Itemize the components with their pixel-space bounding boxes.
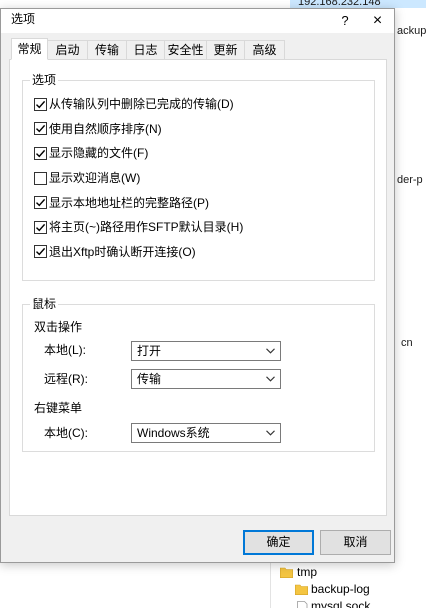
background-item-label[interactable]: cn <box>401 336 426 350</box>
double-click-remote-label: 远程(R): <box>44 372 88 386</box>
checkbox-show-welcome-message[interactable]: 显示欢迎消息(W) <box>34 166 243 191</box>
chevron-down-icon <box>266 348 275 354</box>
cancel-button[interactable]: 取消 <box>320 530 391 555</box>
double-click-local-label: 本地(L): <box>44 343 87 357</box>
background-item-label[interactable]: ackup- <box>397 24 426 38</box>
checkmark-icon <box>36 100 46 109</box>
right-click-heading: 右键菜单 <box>34 401 83 415</box>
checkbox-box[interactable] <box>34 97 47 111</box>
tree-item-mysql-sock[interactable]: mysql.sock <box>271 599 426 608</box>
checkmark-icon <box>36 223 46 232</box>
folder-icon <box>295 584 308 595</box>
select-value: 打开 <box>137 344 162 358</box>
dialog-title: 选项 <box>11 12 36 26</box>
checkbox-box[interactable] <box>34 220 47 234</box>
checkbox-show-full-local-path[interactable]: 显示本地地址栏的完整路径(P) <box>34 190 243 215</box>
tab-advanced[interactable]: 高级 <box>244 40 285 60</box>
title-bar[interactable]: 选项 ? × <box>1 9 394 33</box>
checkmark-icon <box>36 199 46 207</box>
folder-icon <box>280 567 293 578</box>
checkmark-icon <box>36 125 46 133</box>
options-group-label: 选项 <box>30 73 59 87</box>
checkbox-label: 将主页(~)路径用作SFTP默认目录(H) <box>49 220 244 235</box>
tree-item-label: mysql.sock <box>311 599 371 608</box>
checkmark-icon <box>36 149 46 158</box>
checkbox-natural-sort[interactable]: 使用自然顺序排序(N) <box>34 117 243 142</box>
mouse-group: 鼠标 双击操作 本地(L): 打开 远程(R): 传输 右键菜单 本地(C): … <box>22 297 375 452</box>
checkbox-box[interactable] <box>34 146 47 160</box>
background-host-label: 192.168.232.148 <box>298 0 381 8</box>
checkbox-box[interactable] <box>34 122 47 136</box>
close-button[interactable]: × <box>361 9 394 33</box>
checkbox-show-hidden-files[interactable]: 显示隐藏的文件(F) <box>34 141 243 166</box>
chevron-down-icon <box>266 430 275 436</box>
background-item-label[interactable]: der-p <box>397 173 426 187</box>
ok-button[interactable]: 确定 <box>243 530 314 555</box>
tree-item-tmp[interactable]: tmp <box>271 565 426 580</box>
tree-item-label: backup-log <box>311 582 370 596</box>
select-value: 传输 <box>137 372 162 386</box>
options-dialog: 选项 ? × 常规 启动 传输 日志 安全性 更新 高级 选项 从传输队列中删除… <box>0 8 395 563</box>
select-value: Windows系统 <box>137 426 210 440</box>
checkbox-box[interactable] <box>34 171 47 185</box>
checkbox-home-as-sftp-default[interactable]: 将主页(~)路径用作SFTP默认目录(H) <box>34 215 243 240</box>
tree-item-label: tmp <box>297 565 318 579</box>
background-folder-tree: tmp backup-log mysql.sock <box>270 563 426 608</box>
tab-general[interactable]: 常规 <box>11 38 48 60</box>
chevron-down-icon <box>266 376 275 382</box>
checkbox-label: 退出Xftp时确认断开连接(O) <box>49 244 196 259</box>
checkbox-label: 显示本地地址栏的完整路径(P) <box>49 195 209 210</box>
tab-strip: 常规 启动 传输 日志 安全性 更新 高级 <box>11 38 285 60</box>
options-group: 选项 从传输队列中删除已完成的传输(D) 使用自然顺序排序(N) 显示隐藏的文件… <box>22 73 375 281</box>
checkbox-box[interactable] <box>34 245 47 259</box>
tree-item-backup-log[interactable]: backup-log <box>271 582 426 597</box>
tab-security[interactable]: 安全性 <box>164 40 207 60</box>
file-icon <box>297 601 308 608</box>
mouse-group-label: 鼠标 <box>30 297 59 311</box>
double-click-local-select[interactable]: 打开 <box>131 341 281 361</box>
checkbox-confirm-disconnect-on-exit[interactable]: 退出Xftp时确认断开连接(O) <box>34 240 243 265</box>
checkbox-label: 显示欢迎消息(W) <box>49 171 141 186</box>
options-checkbox-list: 从传输队列中删除已完成的传输(D) 使用自然顺序排序(N) 显示隐藏的文件(F)… <box>34 92 243 264</box>
right-click-local-label: 本地(C): <box>44 426 88 440</box>
help-button[interactable]: ? <box>331 9 359 33</box>
background-host-row[interactable]: 192.168.232.148 <box>290 0 426 8</box>
double-click-remote-select[interactable]: 传输 <box>131 369 281 389</box>
tab-log[interactable]: 日志 <box>126 40 165 60</box>
checkbox-box[interactable] <box>34 196 47 210</box>
checkbox-label: 从传输队列中删除已完成的传输(D) <box>49 97 234 112</box>
checkbox-label: 使用自然顺序排序(N) <box>49 121 162 136</box>
right-click-local-select[interactable]: Windows系统 <box>131 423 281 443</box>
tab-transfer[interactable]: 传输 <box>87 40 127 60</box>
checkbox-remove-completed-transfers[interactable]: 从传输队列中删除已完成的传输(D) <box>34 92 243 117</box>
tab-update[interactable]: 更新 <box>206 40 245 60</box>
checkbox-label: 显示隐藏的文件(F) <box>49 146 149 161</box>
double-click-heading: 双击操作 <box>34 320 83 334</box>
tab-panel-general: 选项 从传输队列中删除已完成的传输(D) 使用自然顺序排序(N) 显示隐藏的文件… <box>9 59 387 516</box>
checkmark-icon <box>36 248 46 256</box>
tab-startup[interactable]: 启动 <box>47 40 88 60</box>
